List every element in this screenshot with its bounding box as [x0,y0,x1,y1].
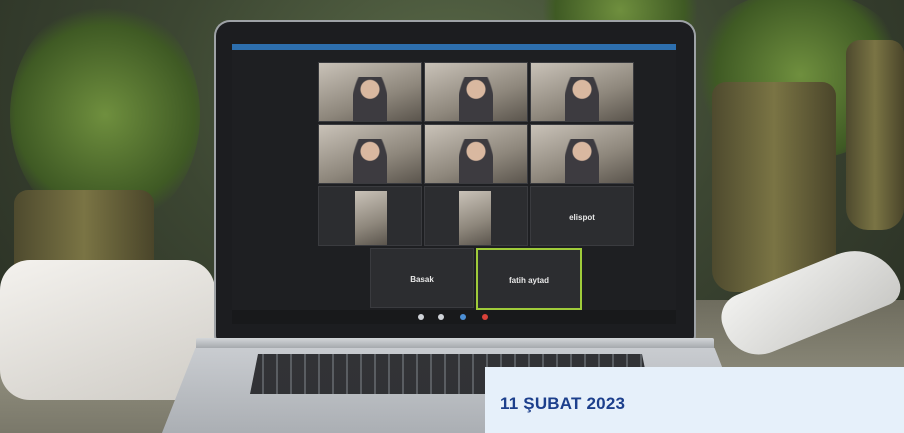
participant-tile [424,124,528,184]
screen-title-bar [232,44,676,50]
participant-video [353,139,387,183]
participant-video [565,77,599,121]
participant-video [355,191,387,245]
meeting-toolbar [232,310,676,324]
participant-video [459,139,493,183]
participant-tile: Basak [370,248,474,308]
white-towel [0,260,215,400]
video-call-screen: elispot Basak fatih aytad [232,44,676,324]
participant-name: Basak [410,274,434,284]
plant-pot-right [712,82,836,292]
event-date: 11 ŞUBAT 2023 [500,394,626,413]
participant-tile [424,62,528,122]
share-screen-icon[interactable] [460,314,466,320]
participant-tile [318,62,422,122]
participant-video [353,77,387,121]
plant-pot-far-right [846,40,904,230]
participant-tile [530,62,634,122]
participant-video [565,139,599,183]
date-caption-card: 11 ŞUBAT 2023 [485,367,904,433]
participant-name: elispot [569,212,595,222]
camera-icon[interactable] [438,314,444,320]
microphone-icon[interactable] [418,314,424,320]
end-call-icon[interactable] [482,314,488,320]
participant-name: fatih aytad [508,275,549,285]
participant-tile: elispot [530,186,634,246]
participant-video [459,191,491,245]
participant-tile [318,186,422,246]
participant-tile [424,186,528,246]
active-speaker-tile: fatih aytad [476,248,582,310]
participant-tile [530,124,634,184]
participant-video [459,77,493,121]
participant-tile [318,124,422,184]
